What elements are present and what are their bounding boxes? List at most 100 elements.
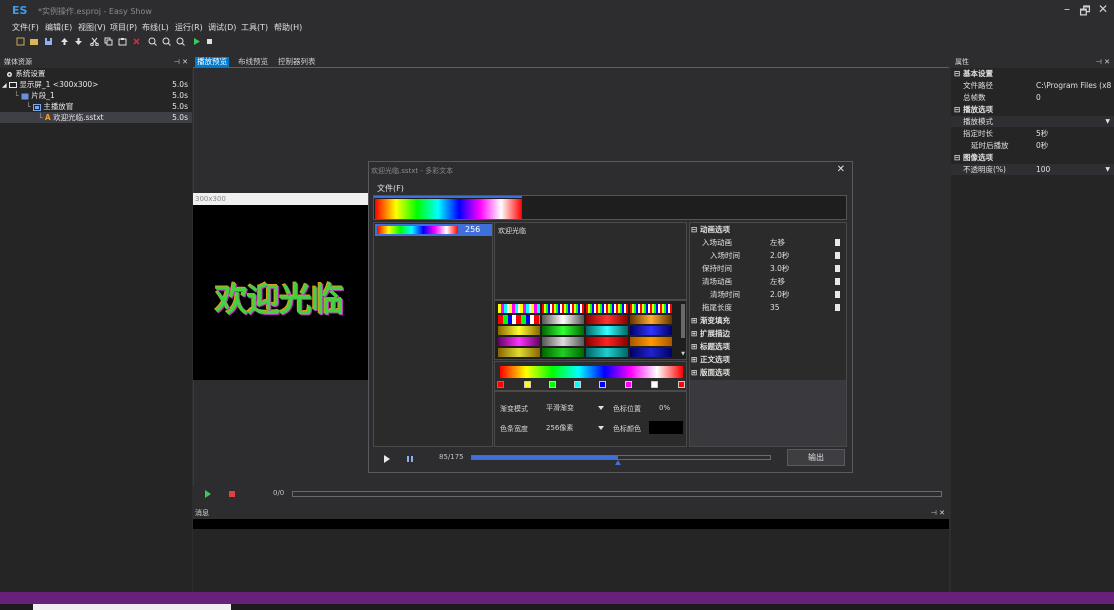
save-icon[interactable]: [42, 37, 54, 49]
zoom-fit-icon[interactable]: [174, 37, 186, 49]
dropdown-arrow-icon[interactable]: [835, 304, 840, 311]
menu-file[interactable]: 文件(F): [12, 22, 39, 33]
palette-swatch[interactable]: [586, 326, 628, 335]
dialog-pause-button[interactable]: [406, 455, 414, 466]
expand-arrow-icon[interactable]: ◢: [2, 82, 7, 89]
color-pos-value[interactable]: 0%: [659, 404, 670, 412]
anim-category-gradient-fill[interactable]: ⊞ 渐变填充: [690, 314, 842, 327]
color-stop-marker[interactable]: [678, 381, 685, 388]
palette-swatch[interactable]: [542, 315, 584, 324]
tab-controller-list[interactable]: 控制器列表: [276, 57, 318, 67]
dropdown-arrow-icon[interactable]: [835, 265, 840, 272]
menu-run[interactable]: 运行(R): [175, 22, 203, 33]
palette-swatch[interactable]: [630, 337, 672, 346]
preview-progress-bar[interactable]: [292, 491, 942, 497]
tree-item-text-file[interactable]: └ A 欢迎光临.sstxt 5.0s: [0, 112, 192, 123]
anim-category-layout[interactable]: ⊞ 版面选项: [690, 366, 842, 379]
collapse-icon[interactable]: ⊟: [954, 104, 960, 115]
dialog-play-button[interactable]: [383, 455, 391, 466]
close-button[interactable]: ✕: [1094, 2, 1112, 16]
expand-icon[interactable]: ⊞: [691, 340, 697, 353]
palette-swatch[interactable]: [542, 326, 584, 335]
collapse-icon[interactable]: ⊟: [954, 152, 960, 163]
palette-swatch[interactable]: [630, 326, 672, 335]
anim-enter-effect[interactable]: 入场动画 左移: [690, 236, 842, 249]
open-icon[interactable]: [28, 37, 40, 49]
expand-icon[interactable]: ⊞: [691, 314, 697, 327]
anim-category-body[interactable]: ⊞ 正文选项: [690, 353, 842, 366]
messages-panel-pin-close[interactable]: ⊣ ✕: [931, 507, 945, 519]
menu-wiring[interactable]: 布线(L): [142, 22, 169, 33]
zoom-out-icon[interactable]: [160, 37, 172, 49]
dropdown-arrow-icon[interactable]: ▼: [1105, 116, 1110, 127]
palette-swatch[interactable]: [498, 326, 540, 335]
color-stop-marker[interactable]: [549, 381, 556, 388]
stop-icon[interactable]: [203, 37, 215, 49]
expand-icon[interactable]: ⊞: [691, 327, 697, 340]
new-icon[interactable]: [14, 37, 26, 49]
dialog-file-menu[interactable]: 文件(F): [377, 183, 404, 194]
dropdown-arrow-icon[interactable]: [835, 278, 840, 285]
palette-swatch[interactable]: [586, 304, 628, 313]
color-stop-color-swatch[interactable]: [649, 421, 683, 434]
prop-duration[interactable]: 指定时长 5秒: [951, 128, 1114, 139]
palette-swatch[interactable]: [542, 348, 584, 357]
expand-icon[interactable]: ⊞: [691, 366, 697, 379]
gradient-list-item[interactable]: 256: [375, 224, 492, 236]
color-stop-marker[interactable]: [599, 381, 606, 388]
anim-enter-time[interactable]: 入场时间 2.0秒: [690, 249, 842, 262]
palette-swatch[interactable]: [586, 315, 628, 324]
cut-icon[interactable]: [88, 37, 100, 49]
collapse-icon[interactable]: ⊟: [691, 223, 697, 236]
dropdown-arrow-icon[interactable]: ▼: [1105, 164, 1110, 175]
gradient-mode-select[interactable]: 平滑渐变: [544, 402, 606, 414]
expand-icon[interactable]: ⊞: [691, 353, 697, 366]
move-down-icon[interactable]: [72, 37, 84, 49]
taskbar-search-box[interactable]: [33, 604, 231, 610]
anim-trail-length[interactable]: 拖尾长度 35: [690, 301, 842, 314]
anim-hold-time[interactable]: 保持时间 3.0秒: [690, 262, 842, 275]
move-up-icon[interactable]: [58, 37, 70, 49]
palette-swatch[interactable]: [498, 315, 540, 324]
menu-debug[interactable]: 调试(D): [208, 22, 236, 33]
prop-total-frames[interactable]: 总帧数 0: [951, 92, 1114, 103]
prop-opacity[interactable]: 不透明度(%) 100 ▼: [951, 164, 1114, 175]
preview-play-button[interactable]: [204, 490, 212, 501]
dialog-progress-thumb[interactable]: [615, 460, 621, 465]
anim-category-title[interactable]: ⊞ 标题选项: [690, 340, 842, 353]
anim-exit-time[interactable]: 清场时间 2.0秒: [690, 288, 842, 301]
preview-stop-button[interactable]: [228, 490, 236, 501]
paste-icon[interactable]: [116, 37, 128, 49]
prop-play-mode[interactable]: 播放模式 ▼: [951, 116, 1114, 127]
prop-delay[interactable]: 延时后播放 0秒: [951, 140, 1114, 151]
palette-swatch[interactable]: [498, 337, 540, 346]
palette-swatch[interactable]: [498, 348, 540, 357]
palette-swatch[interactable]: [498, 304, 540, 313]
menu-view[interactable]: 视图(V): [78, 22, 106, 33]
palette-swatch[interactable]: [586, 337, 628, 346]
tree-item-segment[interactable]: └ 片段_1 5.0s: [0, 90, 192, 101]
export-button[interactable]: 输出: [787, 449, 845, 466]
delete-icon[interactable]: [130, 37, 142, 49]
palette-swatch[interactable]: [586, 348, 628, 357]
color-stop-marker[interactable]: [574, 381, 581, 388]
anim-category-outline[interactable]: ⊞ 扩展描边: [690, 327, 842, 340]
dialog-progress-bar[interactable]: [471, 455, 771, 460]
tab-wiring-preview[interactable]: 布线预览: [236, 57, 270, 67]
dialog-close-button[interactable]: ✕: [837, 164, 845, 175]
palette-scroll-down-icon[interactable]: ▼: [681, 351, 685, 357]
dropdown-arrow-icon[interactable]: [835, 291, 840, 298]
color-stop-marker[interactable]: [524, 381, 531, 388]
media-panel-pin-close[interactable]: ⊣ ✕: [174, 56, 188, 68]
preview-canvas[interactable]: 欢迎光临: [193, 205, 369, 380]
zoom-in-icon[interactable]: [146, 37, 158, 49]
palette-swatch[interactable]: [542, 304, 584, 313]
palette-swatch[interactable]: [630, 304, 672, 313]
menu-tools[interactable]: 工具(T): [241, 22, 268, 33]
palette-scrollbar[interactable]: [681, 304, 685, 338]
bar-width-select[interactable]: 256像素: [544, 422, 606, 434]
tab-playback-preview[interactable]: 播放预览: [195, 57, 229, 67]
menu-edit[interactable]: 编辑(E): [45, 22, 72, 33]
color-stop-marker[interactable]: [651, 381, 658, 388]
color-stop-marker[interactable]: [625, 381, 632, 388]
